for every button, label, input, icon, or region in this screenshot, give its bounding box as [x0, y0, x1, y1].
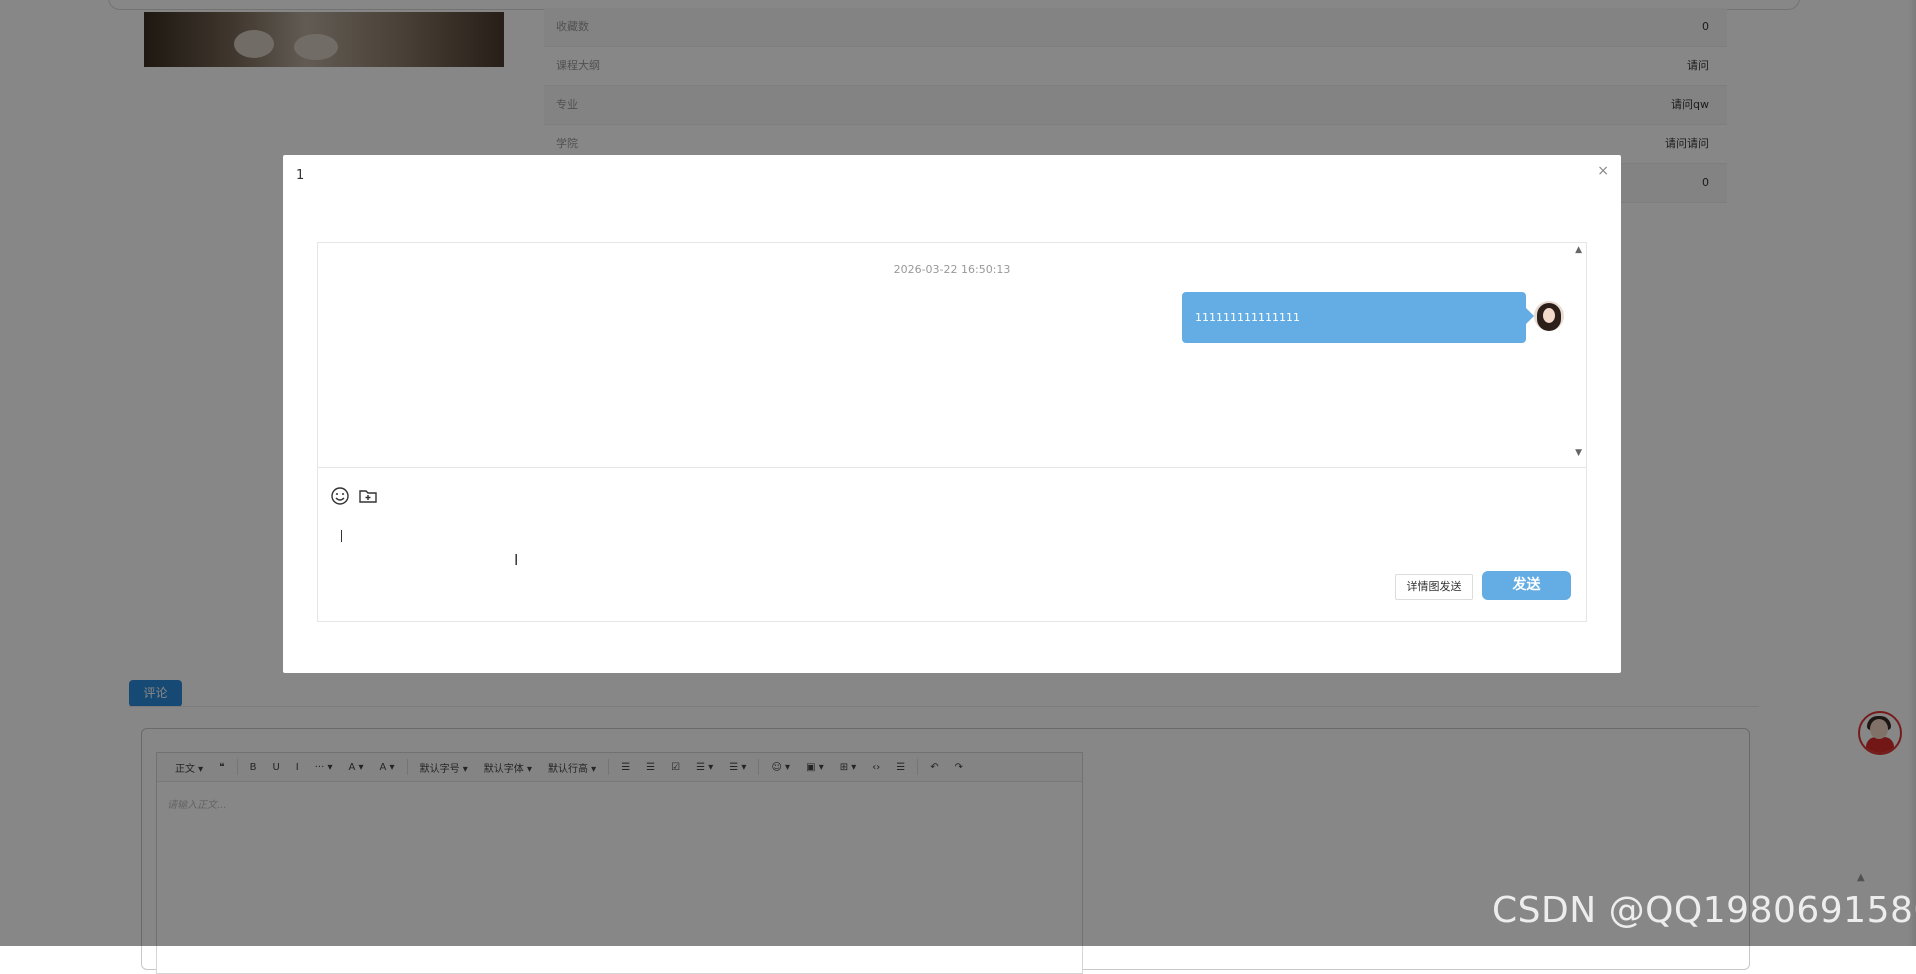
user-avatar: [1534, 301, 1564, 331]
folder-add-icon[interactable]: [358, 486, 378, 506]
avatar-face: [1543, 308, 1555, 323]
chat-history: 2026-03-22 16:50:13 111111111111111 ▲ ▼: [318, 243, 1586, 468]
modal-title: 1: [296, 168, 305, 183]
message-timestamp: 2026-03-22 16:50:13: [893, 263, 1011, 276]
message-bubble: 111111111111111: [1182, 292, 1534, 343]
send-button[interactable]: 发送: [1482, 571, 1571, 600]
chat-panel: 2026-03-22 16:50:13 111111111111111 ▲ ▼ …: [317, 242, 1587, 622]
chat-modal: 1 × 2026-03-22 16:50:13 111111111111111 …: [283, 155, 1621, 673]
scroll-up-icon[interactable]: ▲: [1575, 245, 1582, 255]
close-icon[interactable]: ×: [1597, 163, 1609, 179]
scroll-down-icon[interactable]: ▼: [1575, 448, 1582, 458]
message-input-area[interactable]: I 详情图发送 发送: [318, 468, 1586, 621]
mouse-text-cursor: I: [514, 551, 519, 569]
detail-image-send-button[interactable]: 详情图发送: [1395, 574, 1473, 600]
watermark: CSDN @QQ1980691580: [1492, 890, 1916, 931]
emoji-icon[interactable]: [330, 486, 350, 506]
text-caret: [341, 530, 342, 542]
